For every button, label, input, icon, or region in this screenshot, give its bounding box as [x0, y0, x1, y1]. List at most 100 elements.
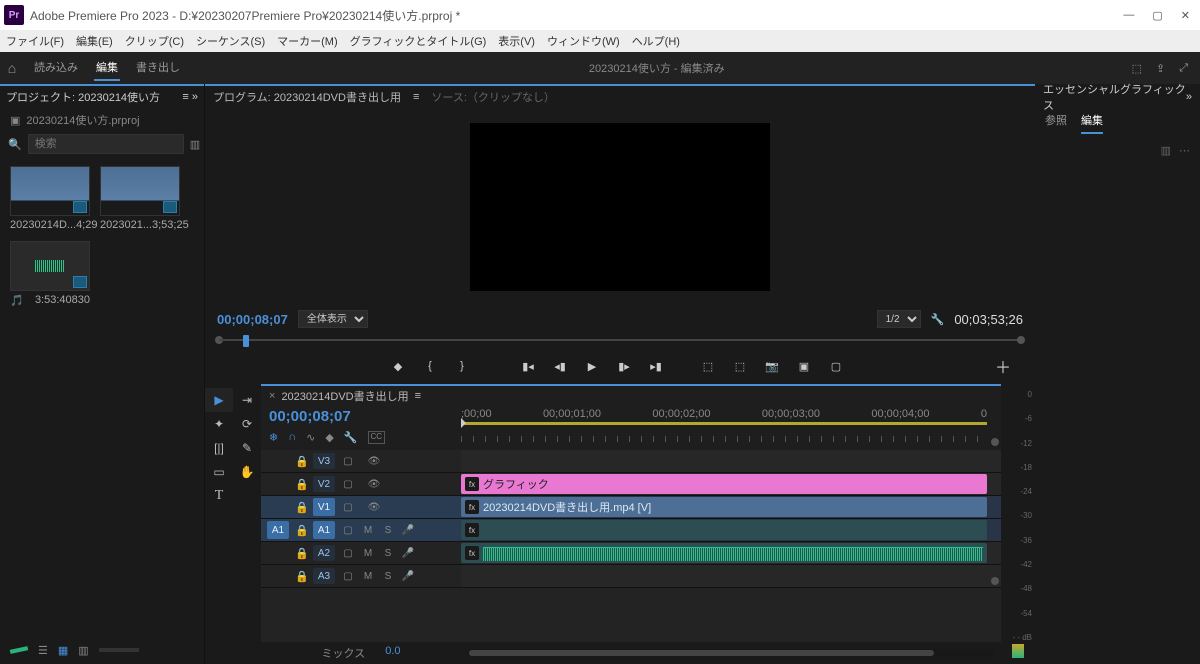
- linked-selection-icon[interactable]: ∿: [306, 431, 315, 444]
- workspace-import[interactable]: 読み込み: [32, 55, 80, 81]
- magnet-icon[interactable]: ∩: [288, 431, 296, 444]
- timeline-panel-header[interactable]: × 20230214DVD書き出し用 ≡: [261, 384, 1001, 406]
- track-select-tool[interactable]: ⇥: [233, 388, 261, 412]
- panel-menu-icon[interactable]: ≡ »: [182, 91, 198, 103]
- program-scrubber[interactable]: [219, 332, 1021, 348]
- play-button[interactable]: ▶: [583, 360, 601, 373]
- clip-graphic[interactable]: fxグラフィック: [461, 474, 987, 494]
- go-to-out-button[interactable]: ▸▮: [647, 360, 665, 373]
- timeline-ruler[interactable]: ;00;00 00;00;01;00 00;00;02;00 00;00;03;…: [461, 406, 1001, 450]
- pen-tool[interactable]: ✎: [233, 436, 261, 460]
- playhead-icon[interactable]: [243, 335, 249, 347]
- extract-button[interactable]: ⬚: [731, 360, 749, 373]
- program-panel-header[interactable]: プログラム: 20230214DVD書き出し用 ≡ ソース:（クリップなし）: [205, 84, 1035, 108]
- timeline-timecode[interactable]: 00;00;08;07: [269, 408, 453, 425]
- step-forward-button[interactable]: ▮▸: [615, 360, 633, 373]
- eg-panel-header[interactable]: エッセンシャルグラフィックス»: [1035, 84, 1200, 108]
- close-sequence-icon[interactable]: ×: [269, 390, 275, 402]
- project-item[interactable]: 2023021...3;53;25: [100, 166, 180, 231]
- close-button[interactable]: ✕: [1181, 9, 1190, 22]
- track-header-a3[interactable]: 🔒A3▢MS🎤: [261, 565, 461, 588]
- clip-audio-a1[interactable]: fx: [461, 520, 987, 540]
- eg-tab-browse[interactable]: 参照: [1045, 112, 1067, 134]
- project-panel-header[interactable]: プロジェクト: 20230214使い方 ≡ »: [0, 84, 204, 108]
- track-a2[interactable]: fx: [461, 542, 1001, 565]
- menu-graphics[interactable]: グラフィックとタイトル(G): [350, 33, 487, 49]
- menu-file[interactable]: ファイル(F): [6, 33, 64, 49]
- program-monitor[interactable]: [470, 123, 770, 291]
- rolling-tool[interactable]: ⟳: [233, 412, 261, 436]
- new-layer-icon[interactable]: ▥: [1161, 144, 1171, 157]
- track-header-v3[interactable]: 🔒V3▢👁: [261, 450, 461, 473]
- menu-window[interactable]: ウィンドウ(W): [547, 33, 620, 49]
- panel-menu-icon[interactable]: ≡: [413, 91, 419, 103]
- zoom-slider[interactable]: [99, 648, 139, 652]
- marker-toggle-icon[interactable]: ◆: [325, 431, 333, 444]
- project-item[interactable]: 🎵3:53:40830: [10, 241, 90, 307]
- icon-view-icon[interactable]: ▦: [58, 644, 68, 657]
- zoom-fit-select[interactable]: 全体表示: [298, 310, 368, 328]
- lift-button[interactable]: ⬚: [699, 360, 717, 373]
- go-to-in-button[interactable]: ▮◂: [519, 360, 537, 373]
- track-header-a1[interactable]: A1🔒A1▢MS🎤: [261, 519, 461, 542]
- clip-audio-a2[interactable]: fx: [461, 543, 987, 563]
- compare-view-button[interactable]: ▣: [795, 360, 813, 373]
- freeform-view-icon[interactable]: ▥: [78, 644, 88, 657]
- program-timecode[interactable]: 00;00;08;07: [217, 312, 288, 327]
- menu-marker[interactable]: マーカー(M): [277, 33, 338, 49]
- track-v2[interactable]: fxグラフィック: [461, 473, 1001, 496]
- menu-sequence[interactable]: シーケンス(S): [196, 33, 265, 49]
- zoom-handle[interactable]: [991, 577, 999, 585]
- panel-menu-icon[interactable]: »: [1186, 91, 1192, 103]
- project-search-input[interactable]: [28, 134, 184, 154]
- export-frame-button[interactable]: 📷: [763, 360, 781, 373]
- menu-help[interactable]: ヘルプ(H): [632, 33, 680, 49]
- workspace-edit[interactable]: 編集: [94, 55, 120, 81]
- project-item[interactable]: 20230214D...4;29: [10, 166, 90, 231]
- cc-icon[interactable]: CC: [368, 431, 386, 444]
- mark-in-button[interactable]: {: [421, 360, 439, 372]
- track-a1[interactable]: fx: [461, 519, 1001, 542]
- track-header-v2[interactable]: 🔒V2▢👁: [261, 473, 461, 496]
- track-header-v1[interactable]: 🔒V1▢👁: [261, 496, 461, 519]
- workspace-export[interactable]: 書き出し: [134, 55, 182, 81]
- eg-tab-edit[interactable]: 編集: [1081, 112, 1103, 134]
- work-area-bar[interactable]: [461, 422, 987, 425]
- step-back-button[interactable]: ◂▮: [551, 360, 569, 373]
- settings-wrench-icon[interactable]: 🔧: [344, 431, 358, 444]
- panel-menu-icon[interactable]: ≡: [415, 390, 421, 402]
- rectangle-tool[interactable]: ▭: [205, 460, 233, 484]
- ripple-tool[interactable]: ✦: [205, 412, 233, 436]
- minimize-button[interactable]: —: [1123, 9, 1134, 22]
- selection-tool[interactable]: ▶: [205, 388, 233, 412]
- fullscreen-icon[interactable]: ⤢: [1179, 62, 1188, 75]
- zoom-handle[interactable]: [991, 438, 999, 446]
- resolution-select[interactable]: 1/2: [877, 310, 921, 328]
- mix-value[interactable]: 0.0: [385, 645, 400, 661]
- type-tool[interactable]: T: [205, 484, 233, 508]
- eg-options-icon[interactable]: ⋯: [1179, 144, 1190, 157]
- share-icon[interactable]: ⇪: [1156, 62, 1165, 75]
- hand-tool[interactable]: ✋: [233, 460, 261, 484]
- razor-tool[interactable]: [|]: [205, 436, 233, 460]
- list-view-icon[interactable]: ☰: [38, 644, 48, 657]
- settings-icon[interactable]: 🔧: [931, 313, 945, 326]
- new-bin-icon[interactable]: ▥: [190, 138, 200, 151]
- menu-view[interactable]: 表示(V): [498, 33, 535, 49]
- track-v3[interactable]: [461, 450, 1001, 473]
- timeline-hscroll[interactable]: [467, 649, 995, 657]
- add-button[interactable]: ＋: [995, 354, 1011, 378]
- pencil-icon[interactable]: [10, 646, 28, 654]
- track-a3[interactable]: [461, 565, 1001, 588]
- menu-clip[interactable]: クリップ(C): [125, 33, 184, 49]
- quick-export-icon[interactable]: ⬚: [1132, 62, 1142, 75]
- maximize-button[interactable]: ▢: [1152, 9, 1162, 22]
- home-button[interactable]: ⌂: [0, 60, 24, 76]
- safe-margins-button[interactable]: ▢: [827, 360, 845, 373]
- snap-icon[interactable]: ❄: [269, 431, 278, 444]
- menu-edit[interactable]: 編集(E): [76, 33, 113, 49]
- track-header-a2[interactable]: 🔒A2▢MS🎤: [261, 542, 461, 565]
- clip-video[interactable]: fx20230214DVD書き出し用.mp4 [V]: [461, 497, 987, 517]
- add-marker-button[interactable]: ◆: [389, 360, 407, 373]
- track-v1[interactable]: fx20230214DVD書き出し用.mp4 [V]: [461, 496, 1001, 519]
